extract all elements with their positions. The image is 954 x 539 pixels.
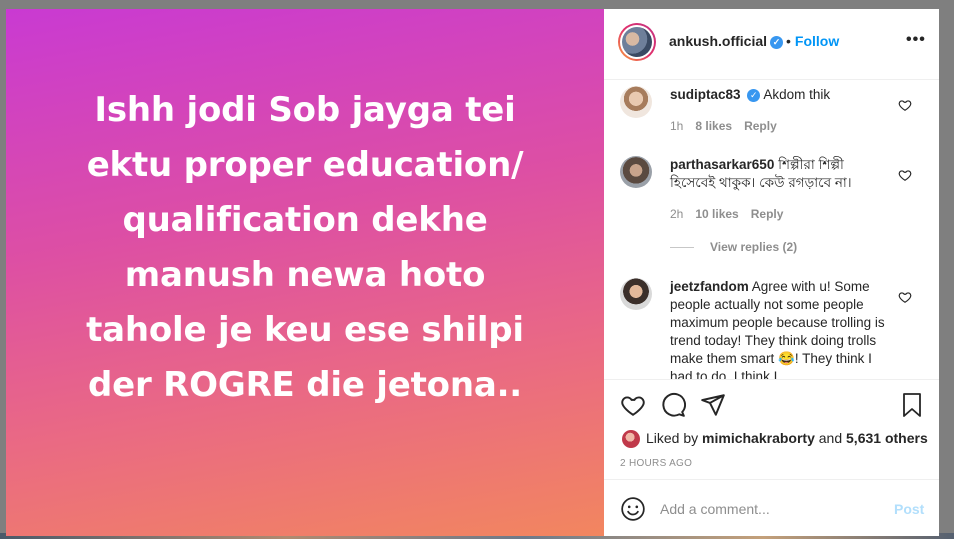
post-header: ankush.official ✓ • Follow ••• — [604, 9, 939, 80]
save-bookmark-icon[interactable] — [900, 392, 924, 418]
reply-button[interactable]: Reply — [744, 119, 777, 133]
comment-time: 2h — [670, 207, 684, 221]
more-options-icon[interactable]: ••• — [906, 31, 926, 49]
like-comment-heart-icon[interactable] — [898, 290, 912, 304]
post-text-line: qualification dekhe — [122, 200, 488, 240]
commenter-username[interactable]: sudiptac83 — [670, 87, 741, 102]
view-replies-button[interactable]: View replies (2) — [670, 240, 797, 254]
commenter-avatar[interactable] — [620, 156, 652, 188]
post-actions: Liked by mimichakraborty and 5,631 other… — [604, 379, 939, 477]
author-avatar[interactable] — [618, 23, 656, 61]
comment-text: sudiptac83 ✓ Akdom thik — [670, 87, 831, 102]
comment-input[interactable]: Add a comment... — [660, 501, 770, 517]
likes-count[interactable]: 5,631 others — [846, 430, 928, 446]
author-username[interactable]: ankush.official ✓ — [669, 33, 784, 49]
like-heart-icon[interactable] — [620, 392, 646, 418]
follow-button[interactable]: • Follow — [786, 33, 839, 49]
reply-button[interactable]: Reply — [751, 207, 784, 221]
comment-meta: 1h 8 likes Reply — [670, 119, 789, 133]
commenter-username[interactable]: jeetzfandom — [670, 279, 749, 294]
like-comment-heart-icon[interactable] — [898, 98, 912, 112]
comment-likes[interactable]: 8 likes — [695, 119, 732, 133]
comment-likes[interactable]: 10 likes — [695, 207, 738, 221]
post-text-line: Ishh jodi Sob jayga tei — [94, 90, 516, 130]
post-text-line: manush newa hoto — [124, 255, 486, 295]
verified-badge-icon: ✓ — [770, 35, 784, 49]
add-comment-bar: Add a comment... Post — [604, 479, 939, 537]
comment-text: jeetzfandom Agree with u! Some people ac… — [670, 279, 885, 379]
post-text-line: ektu proper education/ — [86, 145, 524, 185]
comment-meta: 2h 10 likes Reply — [670, 207, 795, 221]
post-image-text: Ishh jodi Sob jayga tei ektu proper educ… — [6, 83, 604, 413]
post-comment-button[interactable]: Post — [894, 501, 924, 517]
comment-text: parthasarkar650 শিল্পীরা শিল্পী হিসেবেই … — [670, 157, 852, 190]
share-paper-plane-icon[interactable] — [700, 392, 726, 418]
commenter-avatar[interactable] — [620, 86, 652, 118]
commenter-avatar[interactable] — [620, 278, 652, 310]
post-image[interactable]: Ishh jodi Sob jayga tei ektu proper educ… — [6, 9, 604, 536]
post-timestamp: 2 HOURS AGO — [620, 458, 693, 469]
comment-bubble-icon[interactable] — [660, 392, 686, 418]
liker-username[interactable]: mimichakraborty — [702, 430, 815, 446]
commenter-username[interactable]: parthasarkar650 — [670, 157, 774, 172]
emoji-icon[interactable] — [620, 496, 646, 522]
post-text-line: der ROGRE die jetona.. — [87, 365, 523, 405]
verified-badge-icon: ✓ — [747, 88, 761, 102]
comment-time: 1h — [670, 119, 684, 133]
like-comment-heart-icon[interactable] — [898, 168, 912, 182]
liker-avatar — [622, 430, 640, 449]
post-side-panel: ankush.official ✓ • Follow ••• sudiptac83 … — [604, 9, 939, 536]
post-text-line: tahole je keu ese shilpi — [86, 310, 524, 350]
comments-list[interactable]: sudiptac83 ✓ Akdom thik 1h 8 likes Reply p… — [604, 80, 939, 379]
likes-summary[interactable]: Liked by mimichakraborty and 5,631 other… — [622, 430, 928, 449]
